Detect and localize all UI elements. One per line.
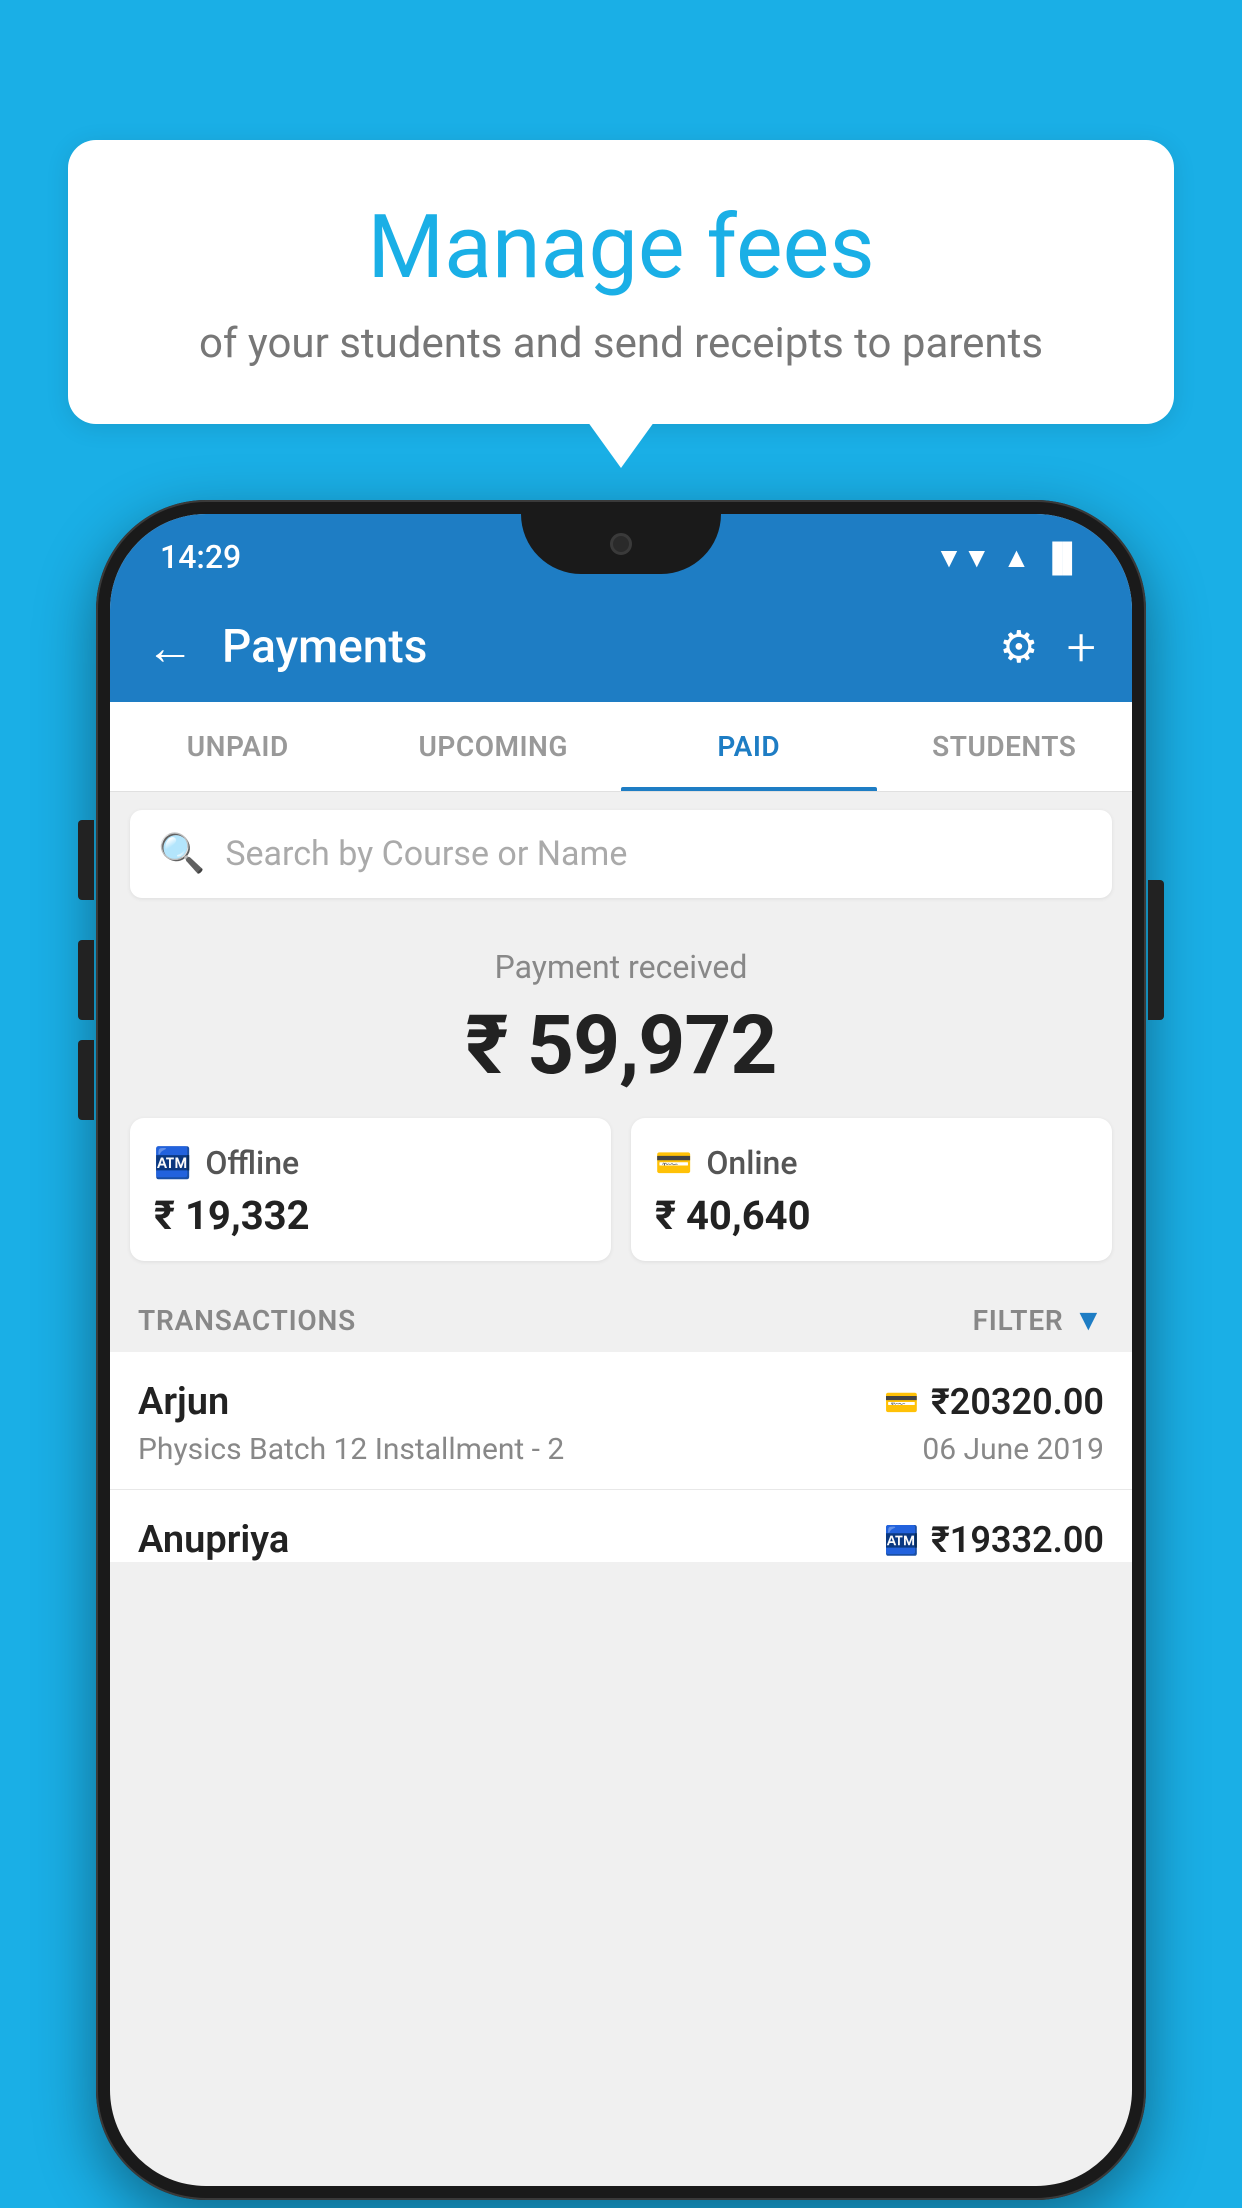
status-time: 14:29 <box>160 538 241 576</box>
filter-label: FILTER <box>973 1304 1064 1337</box>
online-card-header: 💳 Online <box>655 1144 1088 1182</box>
back-button[interactable]: ← <box>146 619 194 676</box>
content-area: 🔍 Search by Course or Name Payment recei… <box>110 810 1132 1562</box>
tabs-bar: UNPAID UPCOMING PAID STUDENTS <box>110 702 1132 792</box>
transaction-date: 06 June 2019 <box>922 1432 1104 1467</box>
transactions-header: TRANSACTIONS FILTER ▼ <box>110 1285 1132 1352</box>
tab-paid[interactable]: PAID <box>621 702 877 791</box>
phone-mockup: 14:29 ▼▼ ▲ ▐▌ ← Payments ⚙ + UNPAID <box>96 500 1146 2200</box>
bubble-title: Manage fees <box>116 200 1126 297</box>
battery-icon: ▐▌ <box>1042 541 1082 574</box>
signal-icon: ▲ <box>1003 541 1031 574</box>
search-bar[interactable]: 🔍 Search by Course or Name <box>130 810 1112 898</box>
tab-upcoming[interactable]: UPCOMING <box>366 702 622 791</box>
payment-received-label: Payment received <box>130 948 1112 986</box>
offline-icon: 🏧 <box>154 1146 191 1181</box>
transaction-row-top: Arjun 💳 ₹20320.00 <box>138 1380 1104 1424</box>
payment-cards-row: 🏧 Offline ₹ 19,332 💳 Online ₹ 40,640 <box>110 1118 1132 1285</box>
phone-screen: 14:29 ▼▼ ▲ ▐▌ ← Payments ⚙ + UNPAID <box>110 514 1132 2186</box>
tab-students[interactable]: STUDENTS <box>877 702 1133 791</box>
transaction-amount-wrap-2: 🏧 ₹19332.00 <box>884 1519 1104 1561</box>
transaction-payment-icon: 💳 <box>884 1386 919 1419</box>
online-amount: ₹ 40,640 <box>655 1192 1088 1239</box>
payment-received-section: Payment received ₹ 59,972 <box>110 916 1132 1118</box>
filter-icon: ▼ <box>1074 1303 1105 1338</box>
phone-outer: 14:29 ▼▼ ▲ ▐▌ ← Payments ⚙ + UNPAID <box>96 500 1146 2200</box>
transactions-label: TRANSACTIONS <box>138 1304 356 1337</box>
filter-button[interactable]: FILTER ▼ <box>973 1303 1104 1338</box>
offline-card-header: 🏧 Offline <box>154 1144 587 1182</box>
transaction-name: Arjun <box>138 1380 229 1424</box>
wifi-icon: ▼▼ <box>935 541 990 574</box>
tab-unpaid[interactable]: UNPAID <box>110 702 366 791</box>
bubble-subtitle: of your students and send receipts to pa… <box>116 319 1126 368</box>
transaction-row-top-2: Anupriya 🏧 ₹19332.00 <box>138 1518 1104 1562</box>
offline-label: Offline <box>205 1144 299 1182</box>
payment-received-amount: ₹ 59,972 <box>130 998 1112 1094</box>
transaction-row-bottom: Physics Batch 12 Installment - 2 06 June… <box>138 1432 1104 1467</box>
add-button[interactable]: + <box>1067 617 1096 678</box>
transaction-item[interactable]: Arjun 💳 ₹20320.00 Physics Batch 12 Insta… <box>110 1352 1132 1490</box>
notch-camera <box>610 533 632 555</box>
search-input[interactable]: Search by Course or Name <box>225 834 627 874</box>
settings-icon[interactable]: ⚙ <box>999 621 1038 673</box>
transaction-amount-wrap: 💳 ₹20320.00 <box>884 1381 1104 1423</box>
header-title: Payments <box>222 620 971 674</box>
app-header: ← Payments ⚙ + <box>110 592 1132 702</box>
phone-notch <box>521 514 721 574</box>
transaction-amount: ₹20320.00 <box>931 1381 1104 1423</box>
offline-card: 🏧 Offline ₹ 19,332 <box>130 1118 611 1261</box>
online-card: 💳 Online ₹ 40,640 <box>631 1118 1112 1261</box>
online-label: Online <box>706 1144 797 1182</box>
status-icons: ▼▼ ▲ ▐▌ <box>935 541 1082 574</box>
transaction-amount-2: ₹19332.00 <box>931 1519 1104 1561</box>
transaction-item-partial[interactable]: Anupriya 🏧 ₹19332.00 <box>110 1490 1132 1562</box>
online-icon: 💳 <box>655 1146 692 1181</box>
speech-bubble-card: Manage fees of your students and send re… <box>68 140 1174 424</box>
search-icon: 🔍 <box>158 832 205 876</box>
transaction-course: Physics Batch 12 Installment - 2 <box>138 1432 564 1467</box>
transaction-name-2: Anupriya <box>138 1518 289 1562</box>
transaction-payment-icon-2: 🏧 <box>884 1524 919 1557</box>
offline-amount: ₹ 19,332 <box>154 1192 587 1239</box>
